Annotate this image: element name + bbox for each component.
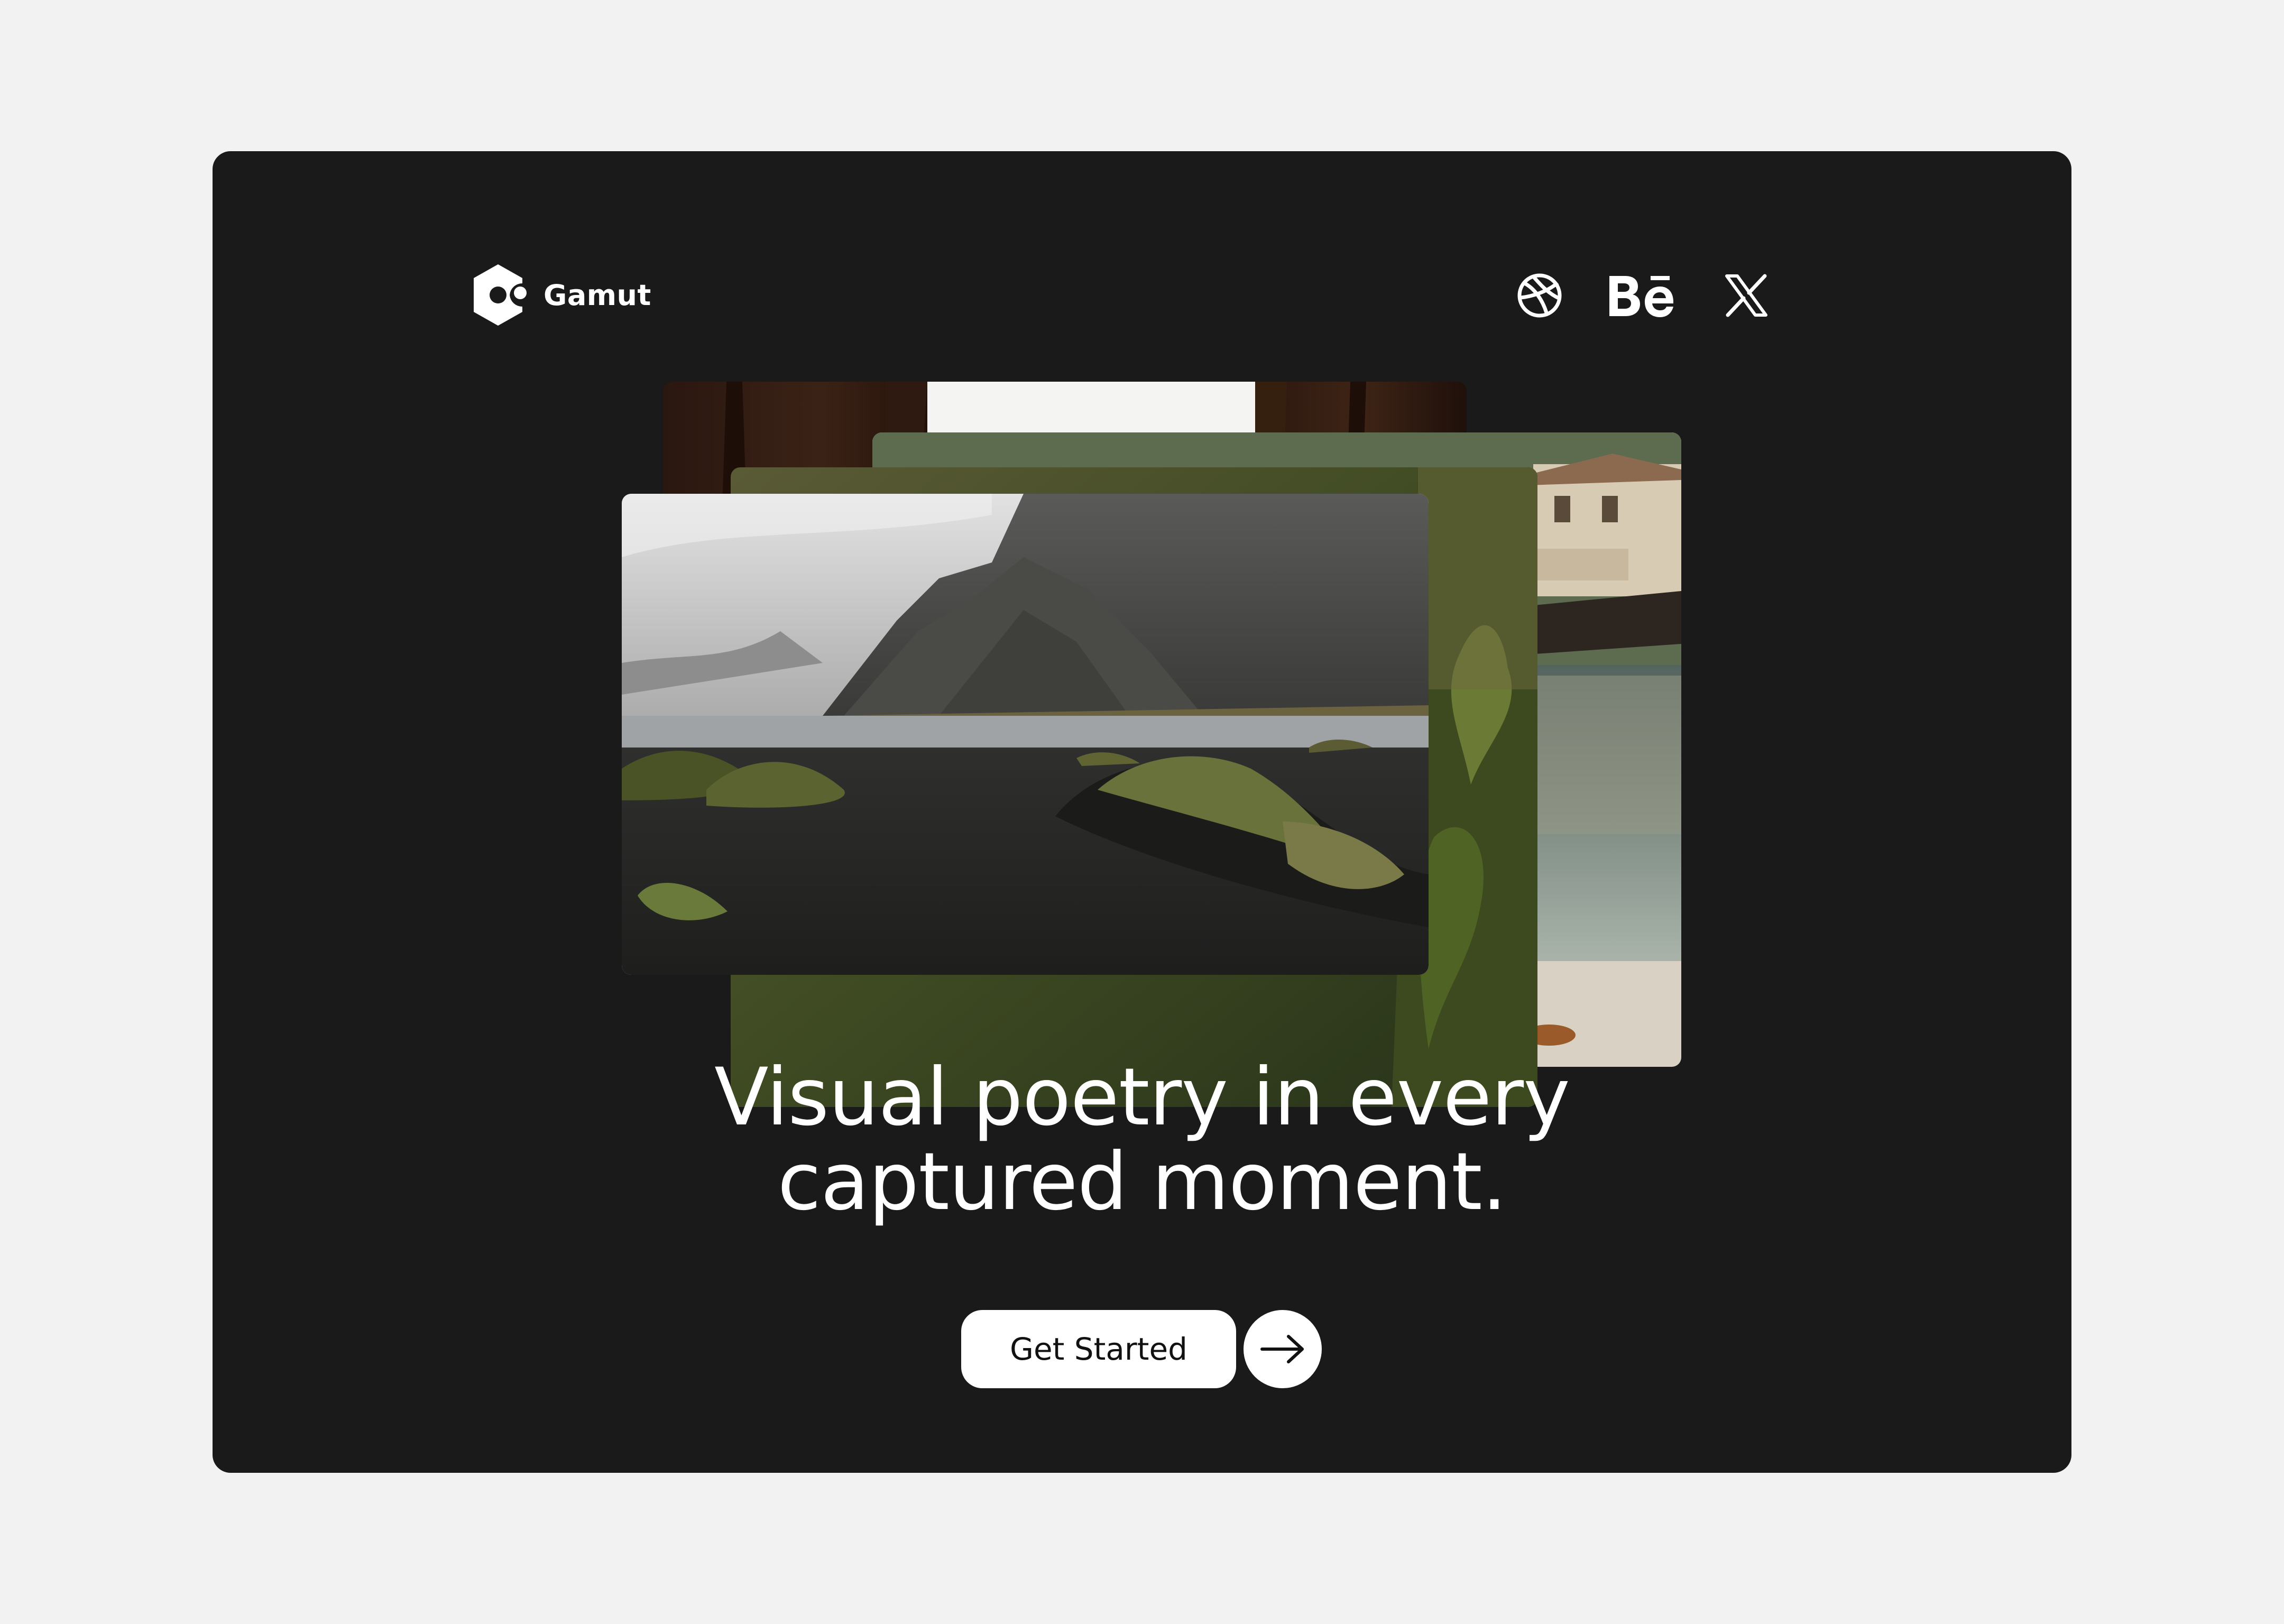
brand-logo[interactable]: Gamut [467,262,651,328]
cta-group: Get Started [961,1310,1322,1388]
hero-headline: Visual poetry in every captured moment. [213,1055,2071,1224]
dribbble-icon[interactable] [1516,269,1563,322]
x-icon[interactable] [1724,269,1769,322]
social-links [1516,269,1769,322]
hero-card: Gamut Visual poetry in every captured mo… [213,151,2071,1473]
arrow-button[interactable] [1244,1310,1322,1388]
hero-headline-line-2: captured moment. [777,1136,1507,1228]
brand-name: Gamut [544,278,651,312]
get-started-button[interactable]: Get Started [961,1310,1236,1388]
behance-icon[interactable] [1607,269,1676,322]
gamut-logo-icon [474,264,527,326]
hero-headline-line-1: Visual poetry in every [714,1051,1570,1143]
black-sand-mountain-photo [622,494,1429,975]
arrow-right-icon [1260,1335,1304,1363]
